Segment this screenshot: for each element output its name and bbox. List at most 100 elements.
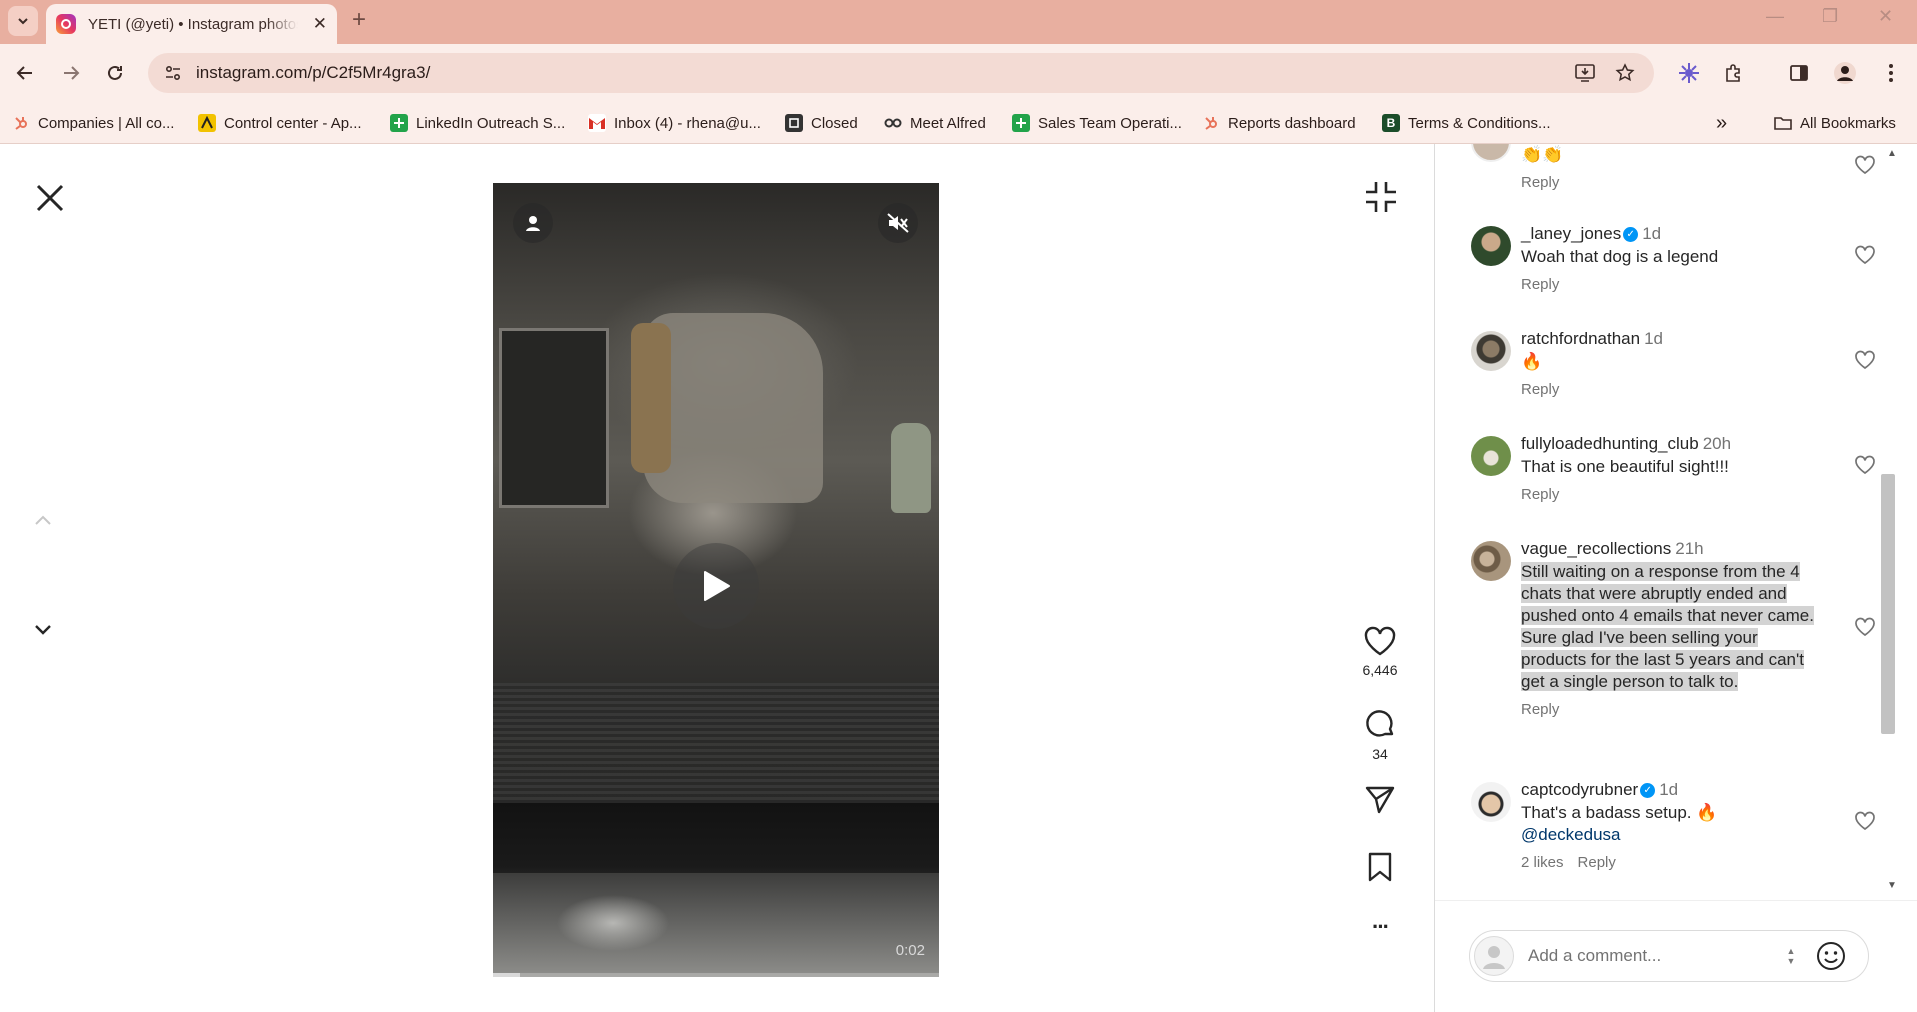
more-action: ···	[1360, 914, 1400, 940]
reply-link[interactable]: Reply	[1578, 854, 1616, 871]
bookmark-control-center[interactable]: Control center - Ap...	[198, 112, 362, 134]
bookmarks-overflow-button[interactable]: »	[1716, 112, 1727, 134]
comment-input[interactable]	[1528, 946, 1778, 966]
comment-username[interactable]: vague_recollections	[1521, 539, 1671, 558]
closed-box-icon	[785, 114, 803, 132]
side-panel-icon[interactable]	[1784, 58, 1814, 88]
b-icon: B	[1382, 114, 1400, 132]
comment-like-count[interactable]: 2 likes	[1521, 854, 1564, 871]
play-button[interactable]	[673, 543, 759, 629]
tab-search-button[interactable]	[8, 6, 38, 36]
new-tab-button[interactable]: +	[352, 6, 366, 34]
browser-menu-icon[interactable]	[1876, 58, 1906, 88]
mute-toggle-button[interactable]	[878, 203, 918, 243]
play-icon	[704, 571, 730, 601]
more-options-icon[interactable]: ···	[1372, 914, 1390, 940]
bookmark-label: Inbox (4) - rhena@u...	[614, 114, 761, 132]
video-scene-crate	[499, 328, 609, 508]
browser-toolbar: instagram.com/p/C2f5Mr4gra3/	[0, 44, 1917, 102]
post-modal: 0:02 6,446 34 ··· 👏👏 Reply _laney_jones …	[0, 144, 1917, 1012]
speaker-muted-icon	[887, 213, 909, 233]
forward-button[interactable]	[56, 58, 86, 88]
paper-plane-icon[interactable]	[1365, 786, 1395, 814]
selected-comment-text: Still waiting on a response from the 4 c…	[1521, 562, 1814, 691]
extensions-puzzle-icon[interactable]	[1718, 58, 1748, 88]
post-video[interactable]: 0:02	[493, 183, 939, 977]
bookmark-gmail-inbox[interactable]: Inbox (4) - rhena@u...	[588, 112, 761, 134]
minimize-button[interactable]: —	[1766, 6, 1784, 27]
comment-heart-icon[interactable]	[1854, 454, 1876, 476]
comment-time: 1d	[1659, 780, 1679, 799]
mention-link[interactable]: @deckedusa	[1521, 825, 1621, 844]
comment-input-stepper[interactable]: ▲ ▼	[1784, 943, 1798, 969]
address-bar[interactable]: instagram.com/p/C2f5Mr4gra3/	[148, 53, 1654, 93]
reply-link[interactable]: Reply	[1521, 701, 1559, 718]
reply-link[interactable]: Reply	[1521, 174, 1559, 191]
comment-username[interactable]: fullyloadedhunting_club	[1521, 434, 1699, 453]
reply-link[interactable]: Reply	[1521, 276, 1559, 293]
bookmark-sales-team[interactable]: Sales Team Operati...	[1012, 112, 1182, 134]
close-icon[interactable]	[32, 180, 68, 216]
bookmark-closed[interactable]: Closed	[785, 112, 858, 134]
comment-heart-icon[interactable]	[1854, 154, 1876, 176]
chevron-down-icon[interactable]	[34, 624, 52, 636]
reply-link[interactable]: Reply	[1521, 381, 1559, 398]
comment-heart-icon[interactable]	[1854, 349, 1876, 371]
comment-bubble-icon[interactable]	[1364, 708, 1396, 740]
comment-heart-icon[interactable]	[1854, 244, 1876, 266]
chevron-up-icon[interactable]	[34, 514, 52, 526]
install-app-icon[interactable]	[1570, 58, 1600, 88]
comments-list[interactable]: 👏👏 Reply _laney_jones ✓ 1d Woah that dog i…	[1435, 144, 1885, 900]
comments-scrollbar-thumb[interactable]	[1881, 474, 1895, 734]
scroll-up-arrow-icon[interactable]: ▲	[1887, 148, 1897, 159]
aircall-icon	[198, 114, 216, 132]
gmail-icon	[588, 114, 606, 132]
scroll-down-arrow-icon[interactable]: ▼	[1887, 880, 1897, 891]
bookmark-linkedin-outreach[interactable]: LinkedIn Outreach S...	[390, 112, 565, 134]
save-action	[1360, 852, 1400, 882]
comment-username[interactable]: ratchfordnathan	[1521, 329, 1640, 348]
comment-heart-icon[interactable]	[1854, 616, 1876, 638]
all-bookmarks-button[interactable]: All Bookmarks	[1774, 112, 1896, 134]
bookmark-star-icon[interactable]	[1610, 58, 1640, 88]
bookmark-label: Reports dashboard	[1228, 114, 1356, 132]
bookmark-terms[interactable]: B Terms & Conditions...	[1382, 112, 1551, 134]
back-button[interactable]	[10, 58, 40, 88]
site-settings-icon[interactable]	[162, 62, 184, 84]
tagged-users-button[interactable]	[513, 203, 553, 243]
comment-text: Still waiting on a response from the 4 c…	[1521, 561, 1821, 693]
active-tab[interactable]: YETI (@yeti) • Instagram photos and vide…	[46, 4, 337, 44]
comment-username[interactable]: _laney_jones	[1521, 224, 1621, 243]
emoji-picker-icon[interactable]	[1816, 941, 1846, 971]
comment-username[interactable]: captcodyrubner	[1521, 780, 1638, 799]
avatar[interactable]	[1471, 226, 1511, 266]
video-progress-bar[interactable]	[493, 973, 939, 977]
avatar[interactable]	[1471, 541, 1511, 581]
comment-heart-icon[interactable]	[1854, 810, 1876, 832]
tab-close-icon[interactable]: ✕	[313, 14, 327, 34]
reply-link[interactable]: Reply	[1521, 486, 1559, 503]
comment-time: 20h	[1702, 434, 1732, 453]
alfred-mask-icon	[884, 114, 902, 132]
bookmark-label: Closed	[811, 114, 858, 132]
share-action	[1360, 786, 1400, 814]
avatar[interactable]	[1471, 782, 1511, 822]
bookmark-label: Meet Alfred	[910, 114, 986, 132]
avatar[interactable]	[1471, 436, 1511, 476]
exit-fullscreen-icon[interactable]	[1364, 180, 1398, 214]
heart-icon[interactable]	[1364, 626, 1396, 656]
bookmark-meet-alfred[interactable]: Meet Alfred	[884, 112, 986, 134]
window-close-button[interactable]: ✕	[1878, 6, 1893, 27]
video-scene-tailgate	[493, 683, 939, 803]
comment-time: 1d	[1644, 329, 1664, 348]
bookmark-icon[interactable]	[1368, 852, 1392, 882]
avatar[interactable]	[1471, 144, 1511, 162]
avatar[interactable]	[1471, 331, 1511, 371]
reload-button[interactable]	[100, 58, 130, 88]
hubspot-icon	[12, 114, 30, 132]
maximize-button[interactable]: ❐	[1822, 6, 1838, 27]
extension-sparkle-icon[interactable]	[1674, 58, 1704, 88]
bookmark-reports-dashboard[interactable]: Reports dashboard	[1202, 112, 1356, 134]
profile-avatar-icon[interactable]	[1830, 58, 1860, 88]
bookmark-companies[interactable]: Companies | All co...	[12, 112, 174, 134]
